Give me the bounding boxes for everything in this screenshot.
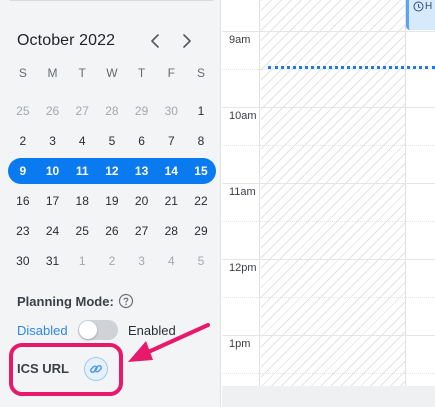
hour-gridline: [222, 107, 435, 108]
weekday-label: T: [137, 66, 146, 80]
hour-gridline: [222, 259, 435, 260]
calendar-day[interactable]: 15: [186, 156, 216, 186]
half-hour-gridline: [222, 145, 435, 146]
calendar-day[interactable]: 9: [8, 156, 38, 186]
calendar-day[interactable]: 4: [156, 246, 186, 276]
hour-gridline: [222, 31, 435, 32]
calendar-day[interactable]: 8: [186, 126, 216, 156]
calendar-day[interactable]: 7: [156, 126, 186, 156]
calendar-day[interactable]: 28: [97, 96, 127, 126]
weekday-label: T: [78, 66, 86, 80]
hour-gridline: [222, 335, 435, 336]
disabled-label[interactable]: Disabled: [17, 323, 68, 338]
half-hour-gridline: [222, 373, 435, 374]
calendar-day[interactable]: 10: [38, 156, 68, 186]
calendar-day[interactable]: 30: [156, 96, 186, 126]
chevron-right-icon: [183, 34, 191, 48]
chevron-left-icon: [151, 34, 159, 48]
calendar-day[interactable]: 6: [127, 126, 157, 156]
sidebar-divider: [10, 0, 213, 1]
calendar-day[interactable]: 23: [8, 216, 38, 246]
weekday-label: F: [167, 66, 175, 80]
calendar-day[interactable]: 30: [8, 246, 38, 276]
half-hour-gridline: [222, 69, 435, 70]
calendar-day[interactable]: 4: [67, 126, 97, 156]
half-hour-gridline: [222, 297, 435, 298]
calendar-day[interactable]: 11: [67, 156, 97, 186]
weekday-header: SMTWTFS: [8, 66, 216, 80]
calendar-day[interactable]: 5: [186, 246, 216, 276]
calendar-day[interactable]: 27: [127, 216, 157, 246]
sidebar: October 2022 SMTWTFS 25 26 27 28 29 30 1 2 3 4 5 6 7…: [0, 0, 221, 407]
calendar-day[interactable]: 20: [127, 186, 157, 216]
hour-label: 12pm: [229, 262, 257, 274]
calendar-day[interactable]: 26: [38, 96, 68, 126]
calendar-day[interactable]: 2: [8, 126, 38, 156]
calendar-day[interactable]: 17: [38, 186, 68, 216]
calendar-day[interactable]: 19: [97, 186, 127, 216]
calendar-day[interactable]: 26: [97, 216, 127, 246]
toggle-knob: [79, 321, 97, 339]
hour-gridline: [222, 183, 435, 184]
hour-label: 9am: [229, 34, 251, 46]
question-circle-icon[interactable]: [118, 293, 134, 309]
calendar-day[interactable]: 25: [8, 96, 38, 126]
calendar-day[interactable]: 27: [67, 96, 97, 126]
calendar-day[interactable]: 31: [38, 246, 68, 276]
weekday-label: M: [47, 66, 58, 80]
hour-label: 11am: [229, 186, 256, 198]
week-row[interactable]: 2345678: [8, 126, 216, 156]
event-title: H: [425, 1, 433, 12]
day-time-grid[interactable]: H 9am 10am 11am 12pm 1pm: [222, 0, 435, 386]
calendar-day[interactable]: 1: [186, 96, 216, 126]
calendar-day[interactable]: 25: [67, 216, 97, 246]
selected-week-row[interactable]: 9 10 11 12 13 14 15: [8, 156, 216, 186]
planning-mode-toggle-row: Disabled Enabled: [17, 320, 217, 340]
calendar-event[interactable]: H: [406, 0, 435, 30]
calendar-day[interactable]: 18: [67, 186, 97, 216]
clock-icon: [413, 1, 424, 12]
planning-mode-label: Planning Mode:: [17, 294, 114, 309]
calendar-day[interactable]: 1: [67, 246, 97, 276]
calendar-day[interactable]: 22: [186, 186, 216, 216]
week-row[interactable]: 16 17 18 19 20 21 22: [8, 186, 216, 216]
unavailable-hatch-area: [261, 0, 405, 386]
calendar-day[interactable]: 29: [127, 96, 157, 126]
calendar-day[interactable]: 3: [127, 246, 157, 276]
calendar-grid: 25 26 27 28 29 30 1 2 3 4 5 6 7 8 9 10 11 12 13 14 15 16 17 18 1…: [8, 96, 216, 276]
calendar-day[interactable]: 21: [156, 186, 186, 216]
next-month-button[interactable]: [177, 30, 197, 52]
week-row[interactable]: 30 31 1 2 3 4 5: [8, 246, 216, 276]
calendar-day[interactable]: 29: [186, 216, 216, 246]
calendar-day[interactable]: 28: [156, 216, 186, 246]
ics-copy-link-button[interactable]: [84, 357, 108, 381]
half-hour-gridline: [222, 221, 435, 222]
planning-mode-toggle[interactable]: [78, 320, 118, 340]
calendar-day[interactable]: 13: [127, 156, 157, 186]
ics-url-label: ICS URL: [17, 361, 69, 376]
weekday-label: W: [106, 66, 118, 80]
week-row[interactable]: 25 26 27 28 29 30 1: [8, 96, 216, 126]
calendar-header: October 2022: [17, 30, 207, 52]
bottom-scroll-bar: [222, 386, 435, 407]
prev-month-button[interactable]: [145, 30, 165, 52]
weekday-label: S: [18, 66, 27, 80]
calendar-day[interactable]: 2: [97, 246, 127, 276]
calendar-day[interactable]: 24: [38, 216, 68, 246]
hour-label: 10am: [229, 110, 257, 122]
month-title: October 2022: [17, 32, 116, 49]
calendar-day[interactable]: 3: [38, 126, 68, 156]
enabled-label[interactable]: Enabled: [128, 323, 176, 338]
calendar-day[interactable]: 16: [8, 186, 38, 216]
calendar-day[interactable]: 12: [97, 156, 127, 186]
calendar-day[interactable]: 5: [97, 126, 127, 156]
link-icon: [90, 365, 102, 373]
weekday-label: S: [196, 66, 205, 80]
hour-label: 1pm: [229, 338, 251, 350]
column-divider: [405, 0, 406, 386]
calendar-day[interactable]: 14: [156, 156, 186, 186]
week-row[interactable]: 23 24 25 26 27 28 29: [8, 216, 216, 246]
